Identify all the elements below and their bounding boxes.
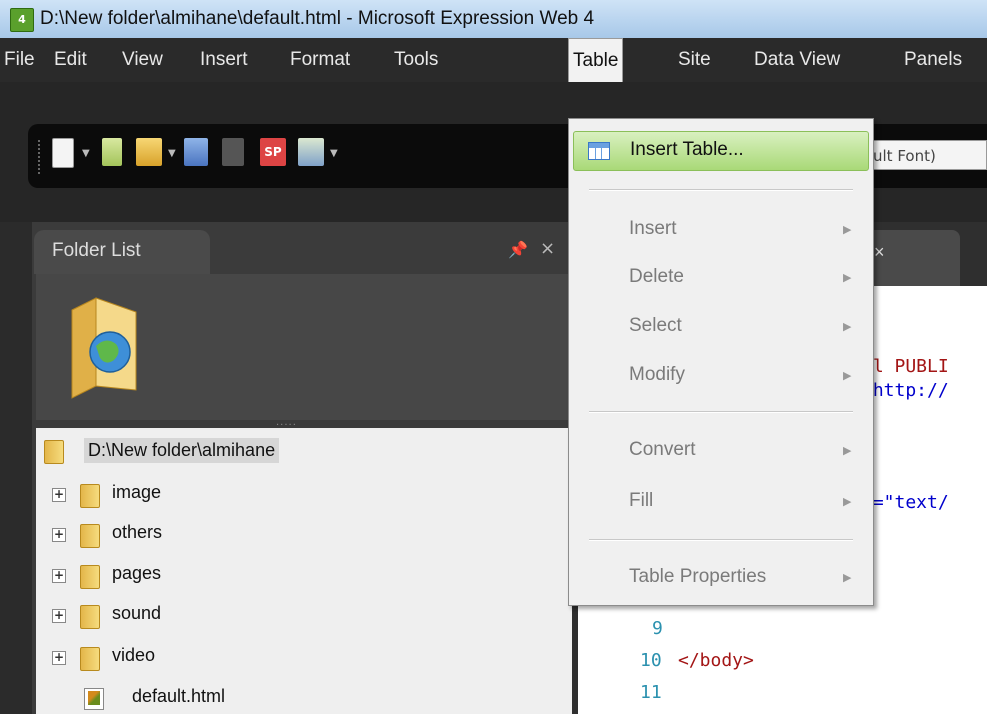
- menu-data-view[interactable]: Data View: [750, 38, 844, 82]
- submenu-arrow-icon: ▶: [843, 223, 852, 236]
- line-number-11: 11: [640, 682, 662, 703]
- code-line-dtd-url: 'http://: [862, 380, 949, 401]
- sharepoint-icon[interactable]: SP: [260, 138, 286, 166]
- submenu-arrow-icon: ▶: [843, 320, 852, 333]
- line-number-9: 9: [652, 618, 663, 639]
- menu-item-insert-table[interactable]: Insert Table...: [573, 131, 869, 171]
- root-folder-label: D:\New folder\almihane: [84, 438, 280, 463]
- table-menu-dropdown: Insert Table... Insert ▶ Delete ▶ Select…: [568, 118, 874, 606]
- toolbar-grip[interactable]: [38, 140, 43, 174]
- file-label-default-html: default.html: [132, 686, 226, 706]
- expand-icon[interactable]: +: [52, 651, 66, 665]
- menu-item-label: Table Properties: [629, 566, 767, 587]
- menu-site[interactable]: Site: [674, 38, 715, 82]
- new-dropdown-arrow-icon[interactable]: ▼: [82, 148, 90, 159]
- menu-insert[interactable]: Insert: [196, 38, 252, 82]
- open-folder-icon[interactable]: [136, 138, 162, 166]
- submenu-arrow-icon: ▶: [843, 369, 852, 382]
- title-bar: 4 D:\New folder\almihane\default.html - …: [0, 0, 987, 39]
- menu-item-label: Modify: [629, 364, 685, 385]
- menu-item-table-properties[interactable]: Table Properties ▶: [573, 559, 869, 599]
- menu-separator: [589, 411, 853, 413]
- folder-icon: [80, 484, 100, 508]
- new-document-icon[interactable]: [52, 138, 74, 168]
- open-page-icon[interactable]: [102, 138, 122, 166]
- line-number-10: 10: [640, 650, 662, 671]
- pin-icon[interactable]: 📌: [508, 240, 528, 259]
- menu-separator: [589, 539, 853, 541]
- menu-file[interactable]: File: [0, 38, 39, 82]
- folder-icon: [44, 440, 64, 464]
- menu-panels[interactable]: Panels: [900, 38, 966, 82]
- menu-bar: File Edit View Insert Format Tools Table…: [0, 38, 987, 83]
- expand-icon[interactable]: +: [52, 488, 66, 502]
- folder-label-video: video: [112, 645, 156, 665]
- close-icon[interactable]: ×: [540, 238, 555, 259]
- window-title: D:\New folder\almihane\default.html - Mi…: [40, 8, 595, 29]
- folder-label-pages: pages: [112, 563, 162, 583]
- menu-item-label: Fill: [629, 490, 654, 511]
- submenu-arrow-icon: ▶: [843, 271, 852, 284]
- menu-edit[interactable]: Edit: [50, 38, 91, 82]
- menu-item-label: Insert: [629, 218, 677, 239]
- folder-label-image: image: [112, 482, 162, 502]
- menu-table[interactable]: Table: [568, 38, 624, 82]
- menu-item-label: Delete: [629, 266, 684, 287]
- code-line-body-close: </body>: [678, 650, 754, 671]
- folder-list-title: Folder List: [52, 240, 141, 261]
- folder-icon: [80, 605, 100, 629]
- menu-tools[interactable]: Tools: [390, 38, 442, 82]
- preview-in-browser-icon[interactable]: [298, 138, 324, 166]
- menu-item-modify[interactable]: Modify ▶: [573, 357, 869, 397]
- save-icon[interactable]: [184, 138, 208, 166]
- menu-item-label: Convert: [629, 439, 696, 460]
- expression-web-app-icon[interactable]: 4: [10, 8, 34, 32]
- insert-table-icon: [588, 142, 610, 160]
- code-line-doctype: ml PUBLI: [862, 356, 949, 377]
- submenu-arrow-icon: ▶: [843, 495, 852, 508]
- preview-dropdown-arrow-icon[interactable]: ▼: [330, 148, 338, 159]
- folder-icon: [80, 647, 100, 671]
- save-all-icon[interactable]: [222, 138, 244, 166]
- menu-item-label: Select: [629, 315, 682, 336]
- menu-view[interactable]: View: [118, 38, 167, 82]
- folder-icon: [80, 524, 100, 548]
- expand-icon[interactable]: +: [52, 569, 66, 583]
- menu-item-insert[interactable]: Insert ▶: [573, 211, 869, 251]
- code-line-content-type: :="text/: [862, 492, 949, 513]
- folder-icon: [80, 565, 100, 589]
- menu-item-convert[interactable]: Convert ▶: [573, 432, 869, 472]
- website-folder-icon: [71, 297, 137, 399]
- expand-icon[interactable]: +: [52, 528, 66, 542]
- menu-item-fill[interactable]: Fill ▶: [573, 483, 869, 523]
- menu-format[interactable]: Format: [286, 38, 354, 82]
- expand-icon[interactable]: +: [52, 609, 66, 623]
- folder-label-sound: sound: [112, 603, 162, 623]
- html-file-icon: [84, 688, 104, 710]
- submenu-arrow-icon: ▶: [843, 444, 852, 457]
- menu-item-select[interactable]: Select ▶: [573, 308, 869, 348]
- menu-item-label: Insert Table...: [630, 139, 744, 160]
- folder-label-others: others: [112, 522, 163, 542]
- submenu-arrow-icon: ▶: [843, 571, 852, 584]
- menu-separator: [589, 189, 853, 191]
- open-dropdown-arrow-icon[interactable]: ▼: [168, 148, 176, 159]
- menu-item-delete[interactable]: Delete ▶: [573, 259, 869, 299]
